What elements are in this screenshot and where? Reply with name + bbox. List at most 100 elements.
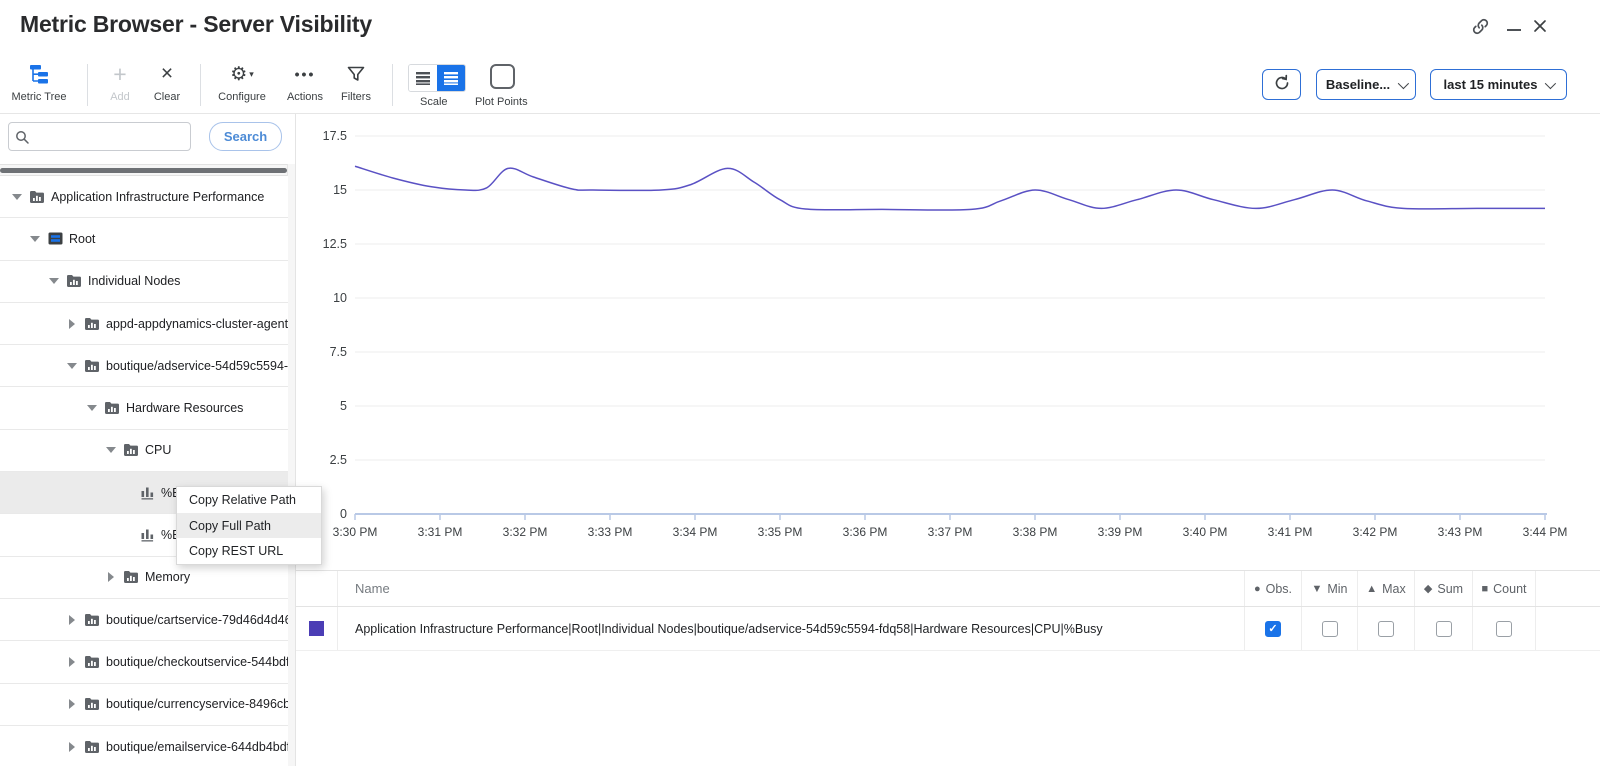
stat-column-header: ▲Max	[1357, 571, 1414, 606]
filters-button[interactable]: Filters	[324, 60, 388, 110]
titlebar: Metric Browser - Server Visibility	[0, 0, 1600, 56]
search-button[interactable]: Search	[209, 122, 282, 151]
unchecked-checkbox[interactable]	[1378, 621, 1394, 637]
tree-row[interactable]: Hardware Resources	[0, 387, 288, 429]
x-axis-tick-label: 3:43 PM	[1438, 525, 1483, 539]
stat-cell	[1414, 607, 1472, 650]
expander-closed-icon[interactable]	[66, 741, 78, 753]
unchecked-checkbox[interactable]	[1496, 621, 1512, 637]
minimize-icon[interactable]	[1504, 16, 1524, 36]
context-menu-item[interactable]: Copy Relative Path	[177, 487, 321, 513]
toolbar-separator	[392, 64, 393, 106]
expander-closed-icon[interactable]	[105, 571, 117, 583]
root-node-icon	[47, 233, 63, 245]
y-axis-tick-label: 15	[333, 183, 347, 197]
horizontal-scrollbar[interactable]	[0, 164, 289, 176]
metric-path-name: Application Infrastructure Performance|R…	[338, 607, 1244, 650]
scale-toggle[interactable]	[408, 64, 466, 92]
plot-points-checkbox[interactable]	[490, 64, 515, 89]
plot-points-label: Plot Points	[475, 96, 528, 108]
link-icon[interactable]	[1470, 16, 1490, 36]
scale-compact-segment[interactable]	[409, 65, 437, 91]
expander-open-icon[interactable]	[86, 402, 98, 414]
tree-row[interactable]: Individual Nodes	[0, 261, 288, 303]
square-icon: ■	[1481, 583, 1488, 595]
expander-open-icon[interactable]	[105, 444, 117, 456]
tree-row[interactable]: Application Infrastructure Performance	[0, 176, 288, 218]
y-axis-tick-label: 2.5	[330, 453, 347, 467]
series-color-swatch	[309, 621, 324, 636]
swatch-column-header	[296, 571, 338, 606]
tree-row[interactable]: boutique/currencyservice-8496cb5c7	[0, 684, 288, 726]
metric-folder-icon	[66, 275, 82, 287]
x-axis-tick-label: 3:33 PM	[588, 525, 633, 539]
tree-item-label: appd-appdynamics-cluster-agent-app	[106, 317, 288, 331]
tree-item-label: Hardware Resources	[126, 401, 243, 415]
metric-tree-button[interactable]: Metric Tree	[7, 60, 71, 110]
ellipsis-icon: •••	[295, 60, 316, 88]
context-menu-item[interactable]: Copy REST URL	[177, 538, 321, 564]
tree-row[interactable]: CPU	[0, 430, 288, 472]
clear-button[interactable]: × Clear	[135, 60, 199, 110]
x-icon: ×	[161, 60, 173, 88]
expander-open-icon[interactable]	[66, 360, 78, 372]
metric-tree-sidebar: Search Application Infrastructure Perfor…	[0, 114, 296, 766]
configure-button[interactable]: ⚙▾ Configure	[210, 60, 274, 110]
expander-open-icon[interactable]	[11, 191, 23, 203]
checked-checkbox[interactable]: ✓	[1265, 621, 1281, 637]
tree-row[interactable]: boutique/emailservice-644db4bdf8-lc	[0, 726, 288, 766]
tree-row[interactable]: boutique/adservice-54d59c5594-fdq58	[0, 345, 288, 387]
stat-cell	[1301, 607, 1357, 650]
y-axis-tick-label: 17.5	[323, 129, 347, 143]
vertical-scrollbar[interactable]	[287, 164, 295, 766]
tree-row[interactable]: Root	[0, 218, 288, 260]
tree-row[interactable]: boutique/checkoutservice-544bdf649	[0, 641, 288, 683]
stat-column-header: ■Count	[1472, 571, 1535, 606]
tree-row[interactable]: boutique/cartservice-79d46d4d46-9b	[0, 599, 288, 641]
name-column-header: Name	[338, 571, 1244, 606]
tree-row[interactable]: appd-appdynamics-cluster-agent-app	[0, 303, 288, 345]
chevron-down-icon	[1398, 77, 1409, 88]
expander-closed-icon[interactable]	[66, 698, 78, 710]
expander-open-icon[interactable]	[48, 275, 60, 287]
metric-folder-icon	[84, 318, 100, 330]
x-axis-tick-label: 3:34 PM	[673, 525, 718, 539]
x-axis-tick-label: 3:36 PM	[843, 525, 888, 539]
expander-open-icon[interactable]	[29, 233, 41, 245]
refresh-icon	[1273, 74, 1291, 95]
search-input[interactable]	[8, 122, 191, 151]
scale-label: Scale	[420, 96, 448, 108]
time-range-dropdown[interactable]: last 15 minutes	[1430, 69, 1567, 100]
scale-full-segment[interactable]	[437, 65, 465, 91]
table-spacer	[1535, 571, 1600, 606]
baseline-dropdown[interactable]: Baseline...	[1316, 69, 1416, 100]
y-axis-tick-label: 7.5	[330, 345, 347, 359]
metric-tree: Application Infrastructure Performance Ro…	[0, 176, 288, 766]
x-axis-tick-label: 3:44 PM	[1523, 525, 1568, 539]
metric-folder-icon	[123, 444, 139, 456]
expander-closed-icon[interactable]	[66, 318, 78, 330]
plus-icon: +	[113, 60, 126, 88]
x-axis-tick-label: 3:32 PM	[503, 525, 548, 539]
stat-column-header: ◆Sum	[1414, 571, 1472, 606]
expander-closed-icon[interactable]	[66, 614, 78, 626]
stat-cell	[1357, 607, 1414, 650]
tree-item-label: boutique/emailservice-644db4bdf8-lc	[106, 740, 288, 754]
diamond-icon: ◆	[1424, 582, 1432, 595]
tree-item-label: Application Infrastructure Performance	[51, 190, 264, 204]
refresh-button[interactable]	[1262, 69, 1301, 100]
x-axis-tick-label: 3:40 PM	[1183, 525, 1228, 539]
context-menu-item[interactable]: Copy Full Path	[177, 513, 321, 539]
expander-closed-icon[interactable]	[66, 656, 78, 668]
metric-browser-window: Metric Browser - Server Visibility Metri…	[0, 0, 1600, 766]
metric-folder-icon	[84, 614, 100, 626]
metric-folder-icon	[84, 360, 100, 372]
search-icon	[15, 130, 30, 145]
metric-folder-icon	[123, 571, 139, 583]
unchecked-checkbox[interactable]	[1322, 621, 1338, 637]
stat-column-header: ●Obs.	[1244, 571, 1301, 606]
table-row[interactable]: Application Infrastructure Performance|R…	[296, 607, 1600, 651]
triangle-up-icon: ▲	[1366, 583, 1377, 595]
close-icon[interactable]	[1530, 16, 1550, 36]
unchecked-checkbox[interactable]	[1436, 621, 1452, 637]
